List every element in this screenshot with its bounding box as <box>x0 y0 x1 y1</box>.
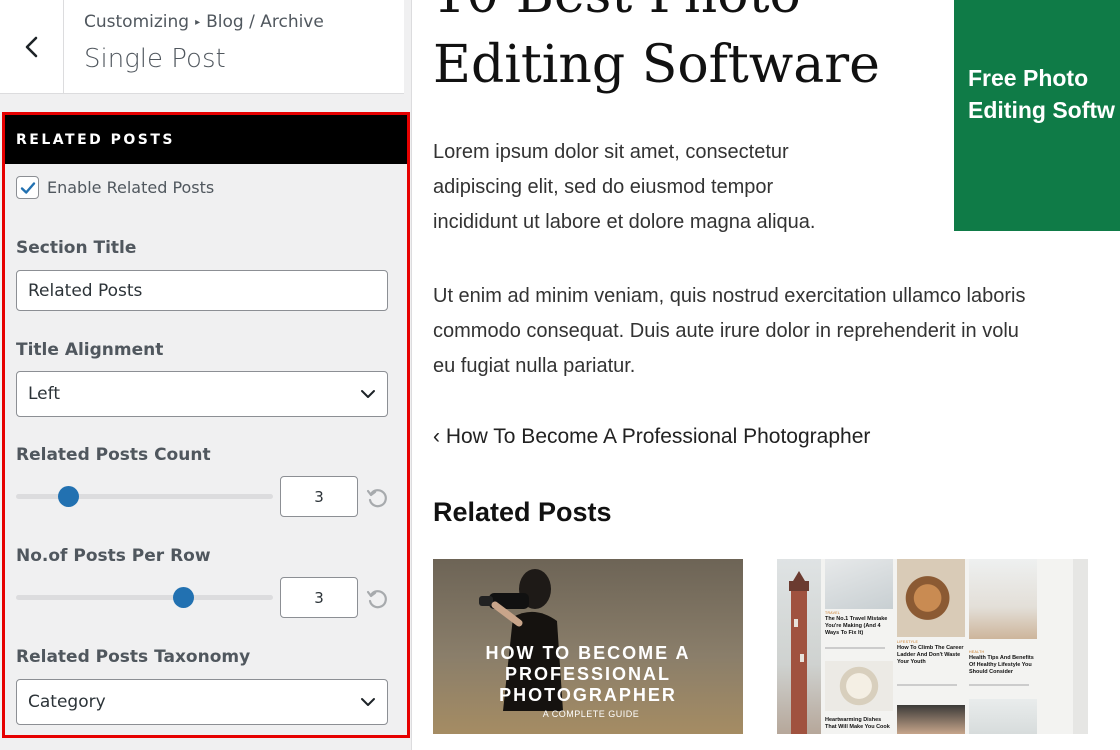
mini-thumbnail <box>825 661 893 711</box>
enable-related-posts-row: Enable Related Posts <box>16 176 214 199</box>
checkmark-icon <box>20 181 35 194</box>
customizer-sidebar: Customizing ▸ Blog / Archive Single Post… <box>0 0 412 750</box>
customizer-header: Customizing ▸ Blog / Archive Single Post <box>0 0 404 94</box>
card-title-line: HOW TO BECOME A <box>485 643 691 663</box>
lighthouse-icon <box>789 571 809 734</box>
panel-heading: RELATED POSTS <box>5 115 407 164</box>
card-title: HOW TO BECOME A PROFESSIONAL PHOTOGRAPHE… <box>433 643 743 706</box>
mini-column: TRAVEL The No.1 Travel Mistake You're Ma… <box>825 559 893 734</box>
paragraph-line: incididunt ut labore et dolore magna ali… <box>433 211 816 233</box>
breadcrumb-item: Customizing <box>84 12 190 32</box>
breadcrumb-item: Blog / Archive <box>206 12 324 32</box>
chevron-left-icon <box>25 36 37 58</box>
mini-post-title: How To Climb The Career Ladder And Don't… <box>897 645 964 665</box>
breadcrumb-arrow-icon: ▸ <box>195 16 201 28</box>
featured-image-line: Free Photo <box>968 65 1089 91</box>
related-posts-heading: Related Posts <box>433 497 612 527</box>
mini-meta <box>825 647 885 649</box>
taxonomy-label: Related Posts Taxonomy <box>16 647 251 667</box>
chevron-down-icon <box>361 390 375 398</box>
card-edge <box>1073 559 1088 734</box>
paragraph-line: Lorem ipsum dolor sit amet, consectetur <box>433 141 789 163</box>
chevron-down-icon <box>361 698 375 706</box>
featured-image: Free Photo Editing Softw <box>954 0 1120 231</box>
mini-column: LIFESTYLE How To Climb The Career Ladder… <box>897 559 965 734</box>
enable-related-posts-label: Enable Related Posts <box>47 178 215 197</box>
back-button[interactable] <box>0 0 64 94</box>
related-posts-count-thumb[interactable] <box>58 486 79 507</box>
mini-thumbnail <box>897 705 965 734</box>
section-title-input[interactable] <box>16 270 388 311</box>
related-posts-count-input[interactable]: 3 <box>280 476 358 517</box>
mini-tag: HEALTH <box>969 650 985 654</box>
mini-thumbnail <box>969 699 1037 734</box>
card-subtitle: A COMPLETE GUIDE <box>542 709 640 719</box>
section-title: Single Post <box>84 44 226 74</box>
posts-per-row-label: No.of Posts Per Row <box>16 546 211 566</box>
section-title-label: Section Title <box>16 238 137 258</box>
mini-post-title: Heartwarming Dishes That Will Make You C… <box>825 717 890 730</box>
paragraph-line: commodo consequat. Duis aute irure dolor… <box>433 320 1019 342</box>
related-posts-count-label: Related Posts Count <box>16 445 211 465</box>
paragraph-line: Ut enim ad minim veniam, quis nostrud ex… <box>433 285 1026 307</box>
title-alignment-select[interactable]: Left <box>16 371 388 417</box>
post-paragraph: Lorem ipsum dolor sit amet, consectetur … <box>433 135 815 240</box>
reset-icon[interactable] <box>365 587 389 611</box>
site-preview: 10 Best Photo Editing Software Free Phot… <box>413 0 1120 750</box>
featured-image-line: Editing Softw <box>968 97 1115 123</box>
related-posts-count-slider[interactable] <box>16 486 273 507</box>
post-title: 10 Best Photo Editing Software <box>433 0 880 100</box>
paragraph-line: adipiscing elit, sed do eiusmod tempor <box>433 176 774 198</box>
mini-post-title: Health Tips And Benefits Of Healthy Life… <box>969 655 1034 675</box>
mini-tag: TRAVEL <box>825 611 841 615</box>
related-post-card[interactable]: HOW TO BECOME A PROFESSIONAL PHOTOGRAPHE… <box>433 559 743 734</box>
lighthouse-image <box>777 559 821 734</box>
title-alignment-label: Title Alignment <box>16 340 164 360</box>
title-alignment-value: Left <box>28 384 60 404</box>
taxonomy-value: Category <box>28 692 106 712</box>
post-title-line: Editing Software <box>433 35 880 95</box>
enable-related-posts-checkbox[interactable] <box>16 176 39 199</box>
posts-per-row-input[interactable]: 3 <box>280 577 358 618</box>
mini-thumbnail <box>897 559 965 637</box>
mini-tag: LIFESTYLE <box>897 640 919 644</box>
breadcrumb: Customizing ▸ Blog / Archive <box>84 12 324 32</box>
posts-per-row-thumb[interactable] <box>173 587 194 608</box>
post-paragraph: Ut enim ad minim veniam, quis nostrud ex… <box>433 279 1025 384</box>
mini-post-title: The No.1 Travel Mistake You're Making (A… <box>825 616 888 636</box>
card-title-line: PROFESSIONAL <box>504 664 671 684</box>
related-post-card[interactable]: TRAVEL The No.1 Travel Mistake You're Ma… <box>777 559 1088 734</box>
mini-meta <box>969 684 1029 686</box>
mini-thumbnail <box>969 559 1037 639</box>
mini-thumbnail <box>825 559 893 609</box>
posts-per-row-slider[interactable] <box>16 587 273 608</box>
paragraph-line: eu fugiat nulla pariatur. <box>433 355 636 377</box>
related-posts-panel: RELATED POSTS Enable Related Posts Secti… <box>2 112 410 738</box>
taxonomy-select[interactable]: Category <box>16 679 388 725</box>
mini-meta <box>897 684 957 686</box>
previous-post-link[interactable]: ‹ How To Become A Professional Photograp… <box>433 425 870 449</box>
mini-column: HEALTH Health Tips And Benefits Of Healt… <box>969 559 1037 734</box>
card-title-line: PHOTOGRAPHER <box>499 685 677 705</box>
reset-icon[interactable] <box>365 486 389 510</box>
featured-image-text: Free Photo Editing Softw <box>968 62 1115 126</box>
post-title-line: 10 Best Photo <box>433 0 880 30</box>
